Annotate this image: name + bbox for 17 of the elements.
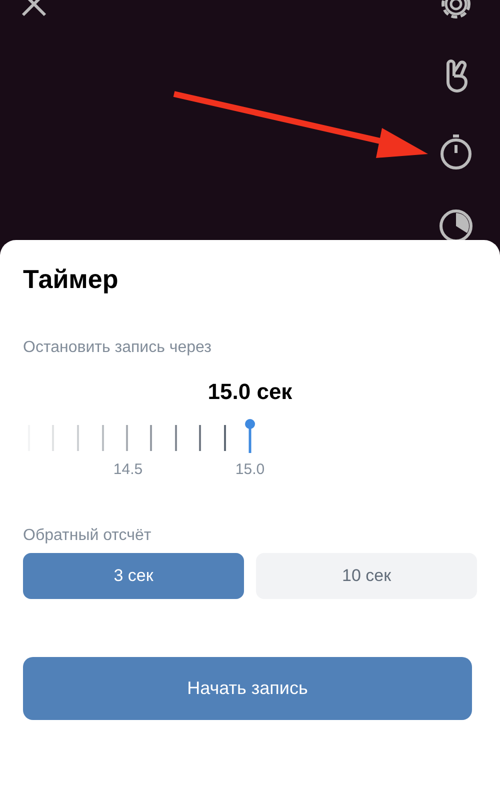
scale-label: 15.0 (235, 461, 265, 478)
scale-label: 14.5 (113, 461, 143, 478)
countdown-label: Обратный отсчёт (23, 527, 152, 545)
countdown-option[interactable]: 10 сек (256, 553, 477, 599)
stop-label: Остановить запись через (23, 339, 212, 357)
countdown-option[interactable]: 3 сек (23, 553, 244, 599)
scale-tick (77, 425, 79, 451)
scale-tick (224, 425, 226, 451)
scale-tick (126, 425, 128, 451)
sheet-title: Таймер (23, 263, 118, 295)
scale-pin[interactable] (245, 419, 255, 453)
scale-tick (175, 425, 177, 451)
start-button[interactable]: Начать запись (23, 657, 472, 720)
scale-tick (150, 425, 152, 451)
scale-tick (199, 425, 201, 451)
timer-value: 15.0 сек (208, 379, 292, 405)
scale-tick (102, 425, 104, 451)
